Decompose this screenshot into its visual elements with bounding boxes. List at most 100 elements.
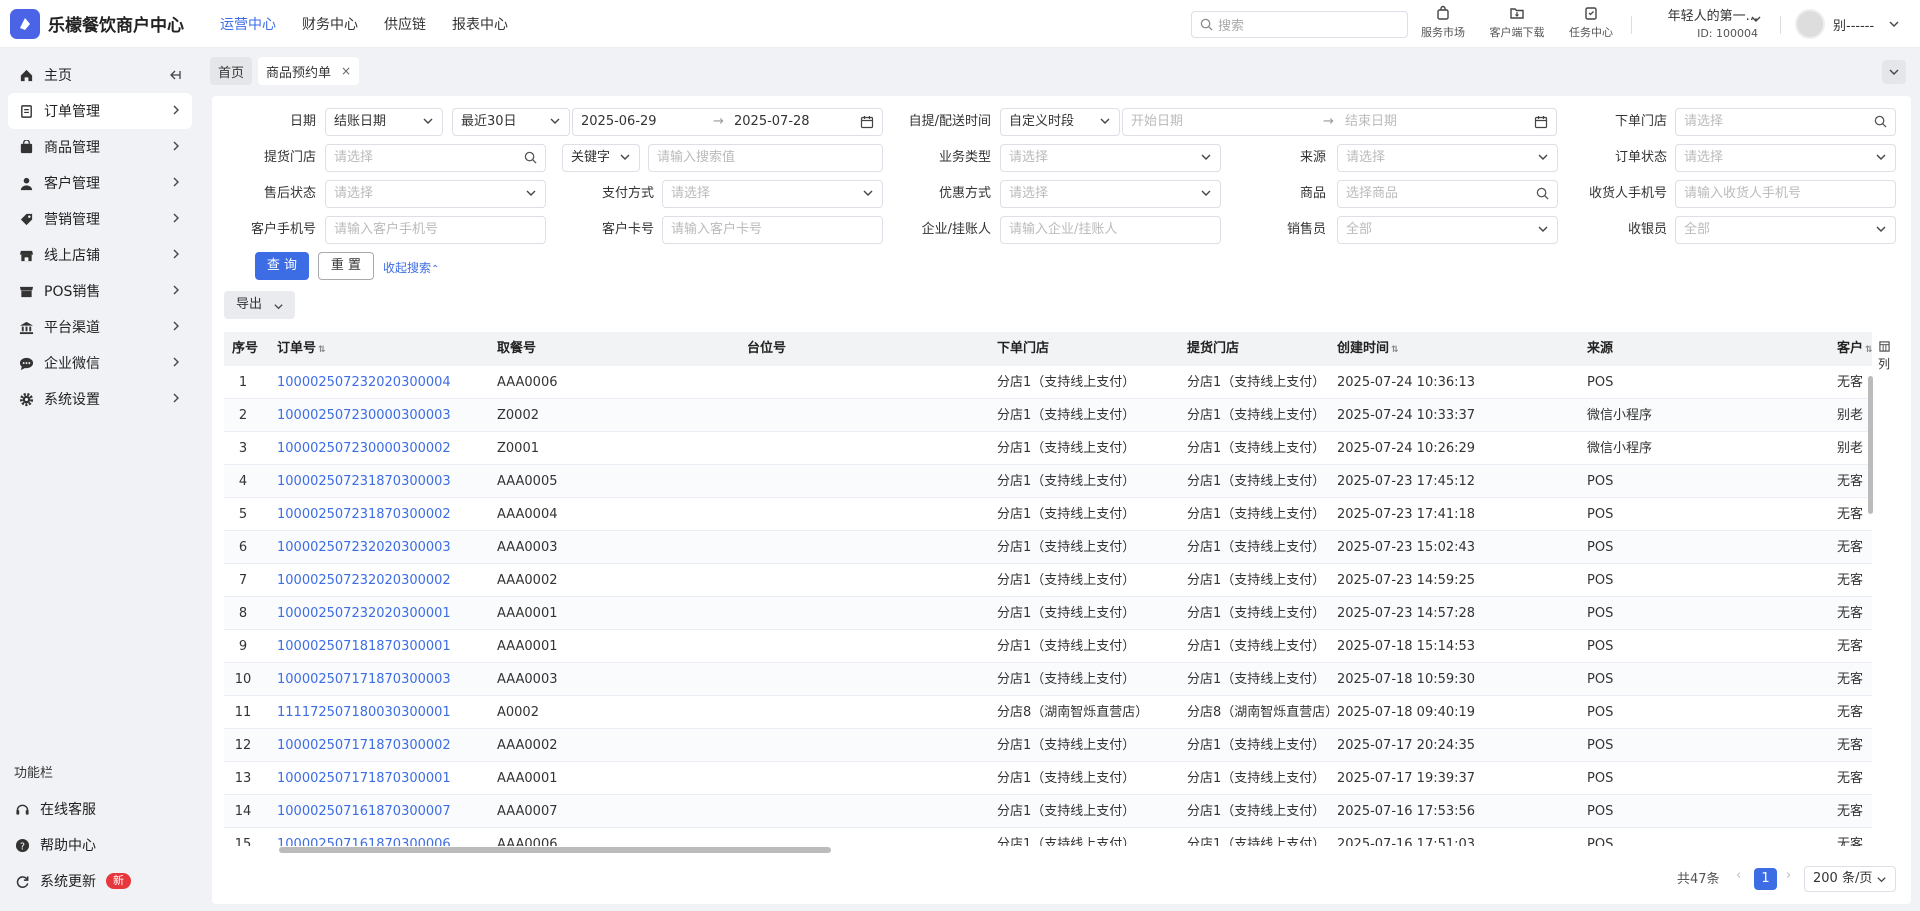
chevron-down-icon <box>1538 154 1548 160</box>
topnav-reports[interactable]: 报表中心 <box>452 14 508 34</box>
biz-type-select[interactable]: 请选择 <box>1000 144 1221 172</box>
table-row[interactable]: 1 100002507232020300004 AAA0006 分店1（支持线上支付）… <box>224 366 1872 399</box>
pickup-time-type-select[interactable]: 自定义时段 <box>1000 108 1120 136</box>
table-row[interactable]: 13 100002507171870300001 AAA0001 分店1（支持线上支付… <box>224 762 1872 795</box>
table-row[interactable]: 8 100002507232020300001 AAA0001 分店1（支持线上支付）… <box>224 597 1872 630</box>
source-select[interactable]: 请选择 <box>1337 144 1558 172</box>
receiver-phone-input[interactable]: 请输入收货人手机号 <box>1675 180 1896 208</box>
cell-order-no[interactable]: 100002507230000300002 <box>277 432 451 465</box>
order-store-input[interactable]: 请选择 <box>1675 108 1896 136</box>
cell-order-no[interactable]: 100002507232020300002 <box>277 564 451 597</box>
sidebar-item-orders[interactable]: 订单管理 <box>8 93 192 129</box>
cell-order-no[interactable]: 100002507171870300002 <box>277 729 451 762</box>
cell-order-no[interactable]: 100002507230000300003 <box>277 399 451 432</box>
cell-order-no[interactable]: 100002507171870300003 <box>277 663 451 696</box>
cell-order-no[interactable]: 100002507232020300004 <box>277 366 451 399</box>
client-download-button[interactable]: 客户端下载 <box>1488 5 1546 40</box>
sidebar-item-wecom[interactable]: 企业微信 <box>8 345 192 381</box>
pickup-date-range-picker[interactable]: 开始日期 → 结束日期 <box>1122 108 1557 136</box>
table-row[interactable]: 12 100002507171870300002 AAA0002 分店1（支持线上支付… <box>224 729 1872 762</box>
tab-home[interactable]: 首页 <box>210 57 253 85</box>
cell-pickup-store: 分店8（湖南智烁直营店） <box>1187 705 1337 720</box>
tabs-collapse-button[interactable] <box>1882 60 1906 84</box>
user-menu[interactable]: 别------ <box>1795 9 1900 39</box>
customer-phone-input[interactable]: 请输入客户手机号 <box>325 216 546 244</box>
seller-select[interactable]: 全部 <box>1337 216 1558 244</box>
cell-order-no[interactable]: 100002507161870300007 <box>277 795 451 828</box>
keyword-input[interactable]: 请输入搜索值 <box>648 144 883 172</box>
sidebar-item-platform[interactable]: 平台渠道 <box>8 309 192 345</box>
cell-order-no[interactable]: 100002507232020300003 <box>277 531 451 564</box>
table-row[interactable]: 15 100002507161870300006 AAA0006 分店1（支持线上支付… <box>224 828 1872 846</box>
system-update-button[interactable]: 系统更新 新 <box>14 871 131 891</box>
sidebar-item-settings[interactable]: 系统设置 <box>8 381 192 417</box>
aftersale-select[interactable]: 请选择 <box>325 180 546 208</box>
keyword-type-select[interactable]: 关键字 <box>562 144 640 172</box>
global-search-input[interactable]: 搜索 <box>1191 11 1408 38</box>
sidebar-item-customers[interactable]: 客户管理 <box>8 165 192 201</box>
tab-goods-reservation[interactable]: 商品预约单 × <box>258 57 360 85</box>
table-row[interactable]: 11 111172507180030300001 A0002 分店8（湖南智烁直营店）… <box>224 696 1872 729</box>
app-logo[interactable]: 乐檬餐饮商户中心 <box>0 8 210 39</box>
chevron-down-icon[interactable] <box>1750 13 1762 25</box>
reset-button[interactable]: 重 置 <box>318 252 374 280</box>
task-center-button[interactable]: 任务中心 <box>1562 5 1620 40</box>
table-row[interactable]: 10 100002507171870300003 AAA0003 分店1（支持线上支付… <box>224 663 1872 696</box>
close-icon[interactable]: × <box>341 64 351 78</box>
date-type-select[interactable]: 结账日期 <box>325 108 443 136</box>
company-input[interactable]: 请输入企业/挂账人 <box>1000 216 1221 244</box>
goods-select[interactable]: 选择商品 <box>1337 180 1558 208</box>
pay-method-select[interactable]: 请选择 <box>662 180 883 208</box>
sidebar-item-goods[interactable]: 商品管理 <box>8 129 192 165</box>
pickup-store-input[interactable]: 请选择 <box>325 144 546 172</box>
cell-order-no[interactable]: 100002507171870300001 <box>277 762 451 795</box>
collapse-sidebar-icon[interactable] <box>168 68 182 82</box>
help-center-button[interactable]: ? 帮助中心 <box>14 835 96 855</box>
discount-select[interactable]: 请选择 <box>1000 180 1221 208</box>
cell-order-no[interactable]: 100002507161870300006 <box>277 828 451 846</box>
query-button[interactable]: 查 询 <box>255 252 309 280</box>
table-row[interactable]: 5 100002507231870300002 AAA0004 分店1（支持线上支付）… <box>224 498 1872 531</box>
cell-order-no[interactable]: 100002507232020300001 <box>277 597 451 630</box>
org-selector[interactable]: 年轻人的第一... ID: 100004 <box>1646 5 1758 40</box>
date-range-select[interactable]: 最近30日 <box>452 108 570 136</box>
table-row[interactable]: 6 100002507232020300003 AAA0003 分店1（支持线上支付）… <box>224 531 1872 564</box>
table-row[interactable]: 7 100002507232020300002 AAA0002 分店1（支持线上支付）… <box>224 564 1872 597</box>
col-customer[interactable]: 客户 ⇅ <box>1837 332 1872 366</box>
table-row[interactable]: 9 100002507181870300001 AAA0001 分店1（支持线上支付）… <box>224 630 1872 663</box>
cell-order-no[interactable]: 100002507231870300003 <box>277 465 451 498</box>
table-row[interactable]: 14 100002507161870300007 AAA0007 分店1（支持线上支付… <box>224 795 1872 828</box>
sidebar-item-home[interactable]: 主页 <box>8 57 192 93</box>
cell-order-no[interactable]: 111172507180030300001 <box>277 696 451 729</box>
online-service-button[interactable]: 在线客服 <box>14 799 96 819</box>
horizontal-scrollbar[interactable] <box>224 845 1872 855</box>
horizontal-scrollbar-thumb[interactable] <box>279 847 831 853</box>
page-1-button[interactable]: 1 <box>1754 868 1777 890</box>
export-button[interactable]: 导出 <box>224 291 295 319</box>
column-settings-button[interactable]: 列 <box>1877 340 1891 372</box>
order-status-select[interactable]: 请选择 <box>1675 144 1896 172</box>
sidebar-item-online-store[interactable]: 线上店铺 <box>8 237 192 273</box>
topnav-finance[interactable]: 财务中心 <box>302 14 358 34</box>
cell-order-no[interactable]: 100002507231870300002 <box>277 498 451 531</box>
sidebar-item-marketing[interactable]: 营销管理 <box>8 201 192 237</box>
collapse-search-link[interactable]: 收起搜索⌃ <box>383 259 439 276</box>
col-created-at[interactable]: 创建时间 ⇅ <box>1337 332 1399 366</box>
service-market-button[interactable]: 服务市场 <box>1414 5 1472 40</box>
topnav-ops[interactable]: 运营中心 <box>220 14 276 34</box>
date-range-picker[interactable]: 2025-06-29 → 2025-07-28 <box>572 108 883 136</box>
prev-page-icon[interactable]: ‹ <box>1736 868 1741 883</box>
vertical-scrollbar[interactable] <box>1868 376 1873 514</box>
col-order-no[interactable]: 订单号 ⇅ <box>277 332 326 366</box>
cell-order-no[interactable]: 100002507181870300001 <box>277 630 451 663</box>
table-row[interactable]: 3 100002507230000300002 Z0001 分店1（支持线上支付） 分店… <box>224 432 1872 465</box>
table-row[interactable]: 2 100002507230000300003 Z0002 分店1（支持线上支付） 分店… <box>224 399 1872 432</box>
customer-card-input[interactable]: 请输入客户卡号 <box>662 216 883 244</box>
next-page-icon[interactable]: › <box>1786 868 1791 883</box>
page-size-select[interactable]: 200 条/页 <box>1804 866 1896 892</box>
table-row[interactable]: 4 100002507231870300003 AAA0005 分店1（支持线上支付）… <box>224 465 1872 498</box>
cell-pickup-no: AAA0001 <box>497 639 558 654</box>
cashier-select[interactable]: 全部 <box>1675 216 1896 244</box>
topnav-supply[interactable]: 供应链 <box>384 14 426 34</box>
sidebar-item-pos[interactable]: POS销售 <box>8 273 192 309</box>
